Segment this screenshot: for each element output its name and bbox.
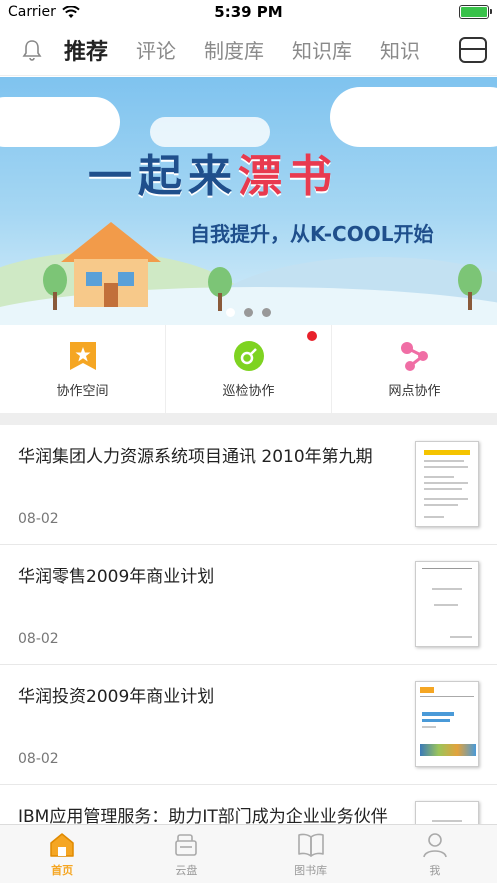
status-bar: Carrier 5:39 PM xyxy=(0,0,497,24)
article-title: 华润投资2009年商业计划 xyxy=(18,687,215,707)
tree-illustration xyxy=(208,267,232,311)
nav-label: 首页 xyxy=(51,864,74,877)
nav-me[interactable]: 我 xyxy=(373,825,497,883)
action-label: 协作空间 xyxy=(56,383,109,399)
notification-dot xyxy=(307,331,317,341)
tree-illustration xyxy=(458,264,482,310)
banner-page-indicator xyxy=(0,308,497,317)
banner-subtitle: 自我提升，从K-COOL开始 xyxy=(190,222,434,246)
tree-illustration xyxy=(43,264,67,310)
page-dot[interactable] xyxy=(226,308,235,317)
article-thumbnail xyxy=(415,561,479,647)
bottom-tab-bar: 首页 云盘 图书库 我 xyxy=(0,824,497,883)
check-circle-icon xyxy=(233,340,264,371)
quick-actions: 协作空间 巡检协作 网点协作 xyxy=(0,325,497,413)
list-item[interactable]: 华润零售2009年商业计划 08-02 xyxy=(0,545,497,665)
action-label: 网点协作 xyxy=(388,383,441,399)
bookmark-star-icon xyxy=(69,341,96,370)
nav-label: 云盘 xyxy=(175,864,198,877)
action-collab-space[interactable]: 协作空间 xyxy=(0,325,166,413)
nav-library[interactable]: 图书库 xyxy=(249,825,373,883)
article-thumbnail xyxy=(415,681,479,767)
page-dot[interactable] xyxy=(262,308,271,317)
user-icon xyxy=(423,833,447,858)
tab-recommend[interactable]: 推荐 xyxy=(64,34,108,66)
battery-icon xyxy=(459,5,492,19)
cloud-drive-icon xyxy=(175,834,198,856)
page-dot[interactable] xyxy=(244,308,253,317)
tab-knowledge-base[interactable]: 知识库 xyxy=(292,35,352,64)
nav-label: 图书库 xyxy=(294,864,328,877)
list-item[interactable]: 华润投资2009年商业计划 08-02 xyxy=(0,665,497,785)
wifi-icon xyxy=(62,5,80,18)
carrier-label: Carrier xyxy=(8,4,56,20)
section-divider xyxy=(0,413,497,425)
action-label: 巡检协作 xyxy=(222,383,275,399)
nav-cloud-drive[interactable]: 云盘 xyxy=(124,825,248,883)
article-title: 华润集团人力资源系统项目通讯 2010年第九期 xyxy=(18,447,373,467)
article-title: 华润零售2009年商业计划 xyxy=(18,567,215,587)
nav-home[interactable]: 首页 xyxy=(0,825,124,883)
article-thumbnail xyxy=(415,441,479,527)
article-list: 华润集团人力资源系统项目通讯 2010年第九期 08-02 华润零售2009年商… xyxy=(0,425,497,883)
article-date: 08-02 xyxy=(18,631,59,647)
share-nodes-icon xyxy=(400,341,428,371)
home-icon xyxy=(50,833,74,857)
action-branch-collab[interactable]: 网点协作 xyxy=(332,325,497,413)
bell-icon[interactable] xyxy=(0,39,64,61)
banner-title: 一起来漂书 xyxy=(88,151,338,202)
nav-label: 我 xyxy=(429,864,441,877)
tab-menu-icon[interactable] xyxy=(459,37,487,63)
book-icon xyxy=(297,833,324,857)
house-illustration xyxy=(61,222,161,307)
tab-comments[interactable]: 评论 xyxy=(136,35,176,64)
list-item[interactable]: 华润集团人力资源系统项目通讯 2010年第九期 08-02 xyxy=(0,425,497,545)
article-date: 08-02 xyxy=(18,511,59,527)
top-tab-bar: 推荐 评论 制度库 知识库 知识 xyxy=(0,24,497,76)
article-date: 08-02 xyxy=(18,751,59,767)
action-inspection[interactable]: 巡检协作 xyxy=(166,325,332,413)
tab-policy-library[interactable]: 制度库 xyxy=(204,35,264,64)
